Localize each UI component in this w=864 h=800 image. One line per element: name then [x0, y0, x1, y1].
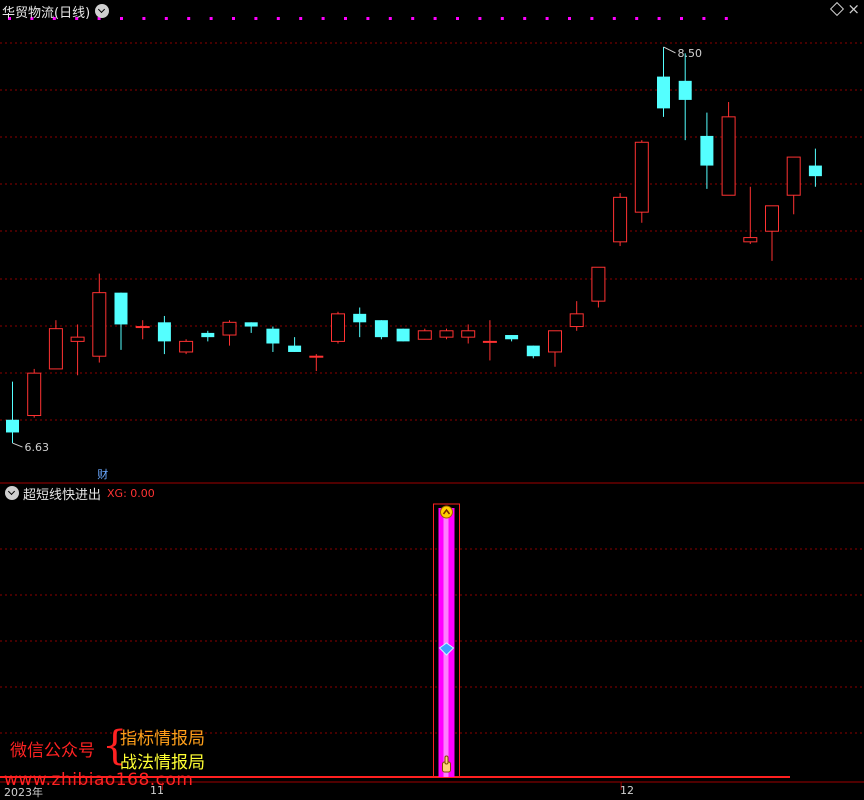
top-dot — [388, 17, 392, 20]
candle-body — [657, 76, 670, 109]
candle-body — [634, 141, 649, 213]
hand-pointer-finger — [444, 755, 449, 765]
top-dot — [523, 17, 527, 20]
x-axis-month-12: 12 — [620, 784, 634, 797]
top-dot — [433, 17, 437, 20]
low-price-label: 6.63 — [25, 441, 50, 454]
candlestick-series — [6, 46, 822, 444]
watermark-public-account: 微信公众号 — [10, 741, 95, 761]
signal-bar-highlight — [443, 508, 449, 777]
candle-body — [526, 345, 540, 357]
candle-body — [700, 135, 714, 166]
top-dot — [209, 17, 213, 20]
top-dot — [187, 17, 191, 20]
stock-title: 华贸物流(日线) — [2, 5, 91, 21]
financial-report-marker: 财 — [97, 467, 108, 481]
candle-body — [135, 326, 150, 329]
candle-body — [157, 322, 171, 342]
top-dot — [500, 17, 504, 20]
candle-body — [439, 330, 454, 338]
candle-body — [114, 292, 128, 325]
top-dot — [366, 17, 370, 20]
candle-body — [27, 372, 42, 417]
candle-body — [461, 330, 476, 338]
candle-body — [201, 332, 215, 338]
candle-body — [244, 322, 258, 327]
candle-body — [48, 328, 63, 370]
chart-canvas: 8.50 6.63 财 — [0, 17, 864, 790]
top-dot — [568, 17, 571, 20]
candle-body — [92, 292, 107, 357]
candle-body — [222, 321, 237, 336]
top-dot — [344, 17, 347, 20]
candle-body — [765, 205, 779, 232]
candle-body — [743, 237, 758, 243]
close-icon[interactable]: × — [847, 0, 860, 19]
candle-body — [721, 116, 736, 196]
chevron-down-icon[interactable] — [95, 4, 110, 18]
top-dot — [590, 17, 594, 20]
top-dot — [120, 17, 123, 20]
candle-body — [417, 330, 432, 340]
watermark-brand-a: 指标情报局 — [120, 729, 205, 749]
top-dot — [702, 17, 706, 20]
candle-body — [786, 156, 801, 196]
top-dot — [478, 17, 482, 20]
candle-body — [548, 330, 562, 353]
candle-body — [309, 355, 324, 358]
top-dot — [635, 17, 639, 20]
low-pointer — [12, 442, 23, 448]
indicator-title-bar: 超短线快进出 XG: 0.00 — [0, 484, 155, 503]
x-axis-year-label: 2023年 — [4, 786, 43, 799]
top-dot — [276, 17, 280, 20]
candle-body — [179, 340, 194, 353]
top-dot — [680, 17, 683, 20]
candle-body — [288, 345, 302, 352]
watermark: 微信公众号 { 指标情报局 战法情报局 www.zhibiao168.com — [4, 726, 270, 798]
indicator-value: XG: 0.00 — [107, 486, 155, 500]
candle-body — [591, 266, 606, 302]
top-dot — [232, 17, 235, 20]
high-pointer — [663, 46, 676, 54]
chart-title-bar: 华贸物流(日线) — [0, 1, 110, 21]
up-chevron-icon — [440, 505, 453, 519]
candle-body — [482, 340, 497, 343]
candle-body — [331, 313, 345, 342]
candle-body — [70, 336, 85, 342]
candle-body — [266, 328, 280, 344]
candle-body — [613, 196, 628, 243]
top-dot-markers — [8, 17, 728, 20]
candle-body — [353, 313, 367, 323]
x-axis-month-11: 11 — [150, 784, 164, 797]
top-dot — [321, 17, 325, 20]
price-labels: 8.50 6.63 财 — [12, 46, 703, 481]
top-dot — [657, 17, 661, 20]
candle-body — [6, 419, 19, 433]
top-dot — [142, 17, 146, 20]
top-dot — [254, 17, 258, 20]
candle-body — [374, 320, 388, 338]
chevron-down-icon[interactable] — [5, 486, 19, 500]
high-price-label: 8.50 — [678, 47, 703, 60]
candle-body — [505, 335, 519, 340]
top-dot — [612, 17, 616, 20]
top-dot — [456, 17, 459, 20]
candle-body — [396, 328, 410, 342]
candle-body — [569, 313, 584, 328]
top-dot — [411, 17, 415, 20]
top-dot — [164, 17, 168, 20]
indicator-name: 超短线快进出 — [23, 487, 102, 503]
top-dot — [545, 17, 549, 20]
candle-body — [808, 165, 822, 177]
top-dot — [724, 17, 728, 20]
top-dot — [299, 17, 303, 20]
candle-body — [678, 80, 692, 100]
